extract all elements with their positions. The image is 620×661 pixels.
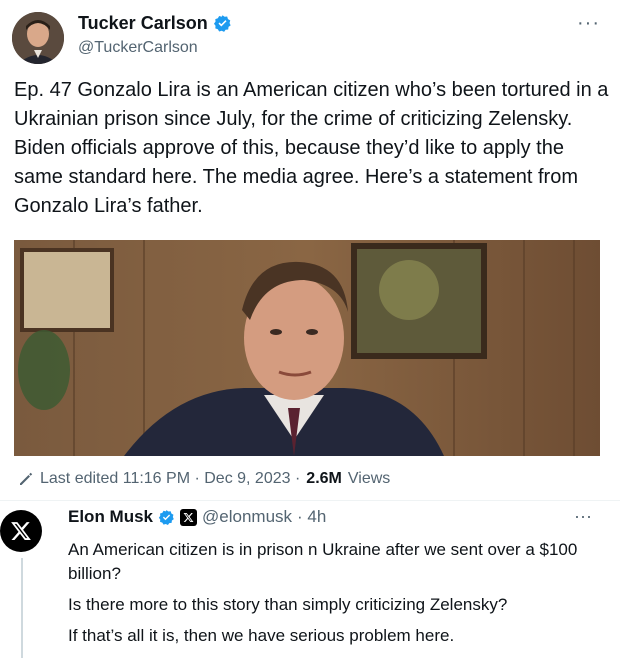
pencil-icon [20,472,33,485]
author-name-row[interactable]: Tucker Carlson [78,13,232,34]
x-affiliation-icon [180,508,198,526]
reply-author-handle[interactable]: @elonmusk [202,507,292,527]
reply-header: Elon Musk @elonmusk · 4h [68,507,326,527]
views-label: Views [347,470,391,487]
reply-line: An American citizen is in prison n Ukrai… [68,540,578,583]
tweet-body: Ep. 47 Gonzalo Lira is an American citiz… [14,79,609,217]
reply-more-options-icon[interactable]: ··· [574,506,592,527]
reply-avatar[interactable] [0,510,42,552]
more-options-icon[interactable]: ··· [577,12,600,35]
verified-badge-icon [158,509,174,525]
tweet-meta: Last edited 11:16 PM · Dec 9, 2023 · 2.6… [18,470,390,488]
tweet-media-video[interactable] [14,240,600,456]
views-count: 2.6M [306,470,342,487]
video-thumbnail [14,240,600,456]
reply-line: If that’s all it is, then we have seriou… [68,626,455,645]
tweet-header: Tucker Carlson @TuckerCarlson ··· [0,0,620,70]
author-name[interactable]: Tucker Carlson [78,13,208,34]
edited-timestamp[interactable]: Last edited 11:16 PM · Dec 9, 2023 · [40,470,300,488]
author-handle[interactable]: @TuckerCarlson [78,39,198,57]
reply-time[interactable]: · 4h [297,507,326,527]
avatar-image [12,12,64,64]
reply-body: An American citizen is in prison n Ukrai… [68,538,608,655]
reply-line: Is there more to this story than simply … [68,595,508,614]
x-logo-icon [11,522,31,540]
reply-author-name[interactable]: Elon Musk [68,507,153,527]
thread-line [21,558,23,658]
avatar[interactable] [12,12,64,64]
verified-badge-icon [213,15,231,32]
divider [0,500,620,501]
